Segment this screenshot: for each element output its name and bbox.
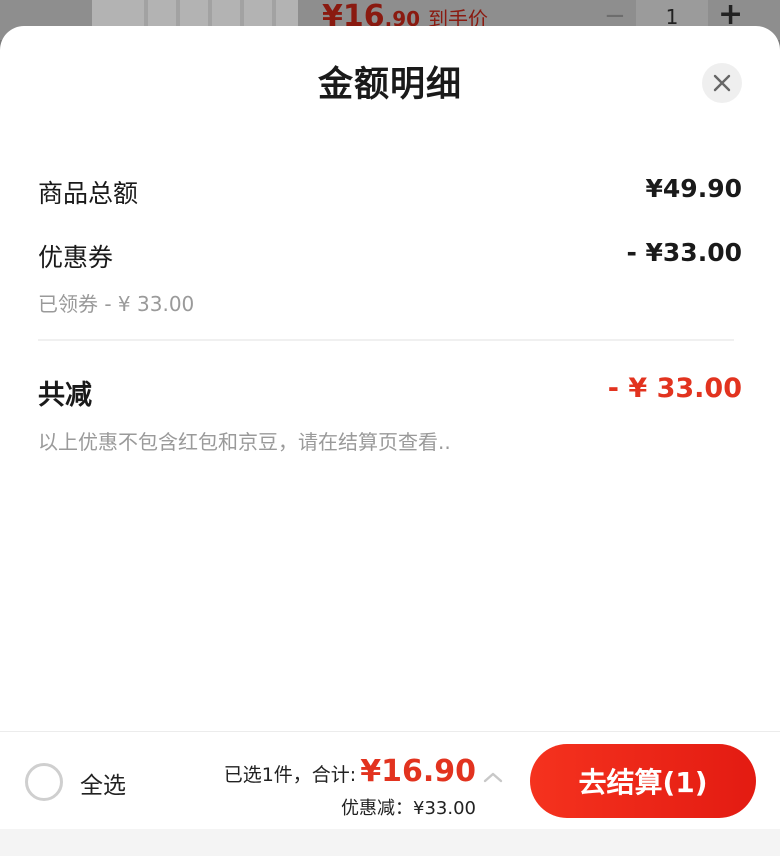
summary-price: ¥16.90 (360, 754, 476, 789)
total-discount-value: - ¥ 33.00 (607, 373, 742, 404)
chevron-up-icon[interactable] (482, 770, 504, 784)
discount-disclaimer: 以上优惠不包含红包和京豆，请在结算页查看.. (38, 430, 451, 454)
summary-line: 已选1件，合计: ¥16.90 (224, 754, 476, 789)
coupon-value: - ¥33.00 (626, 238, 742, 267)
total-discount-label: 共减 (38, 380, 92, 411)
bottom-spacer (0, 829, 780, 856)
goods-total-label: 商品总额 (38, 179, 139, 208)
quantity-minus-button[interactable]: − (604, 3, 626, 29)
select-all-checkbox[interactable] (25, 763, 63, 801)
coupon-note: 已领券 - ¥ 33.00 (38, 292, 195, 316)
summary-prefix: 已选1件，合计: (223, 764, 357, 786)
amount-detail-sheet: 金额明细 商品总额 ¥49.90 优惠券 - ¥33.00 已领券 - ¥ 33… (0, 26, 780, 731)
close-button[interactable] (702, 63, 742, 103)
goods-total-value: ¥49.90 (645, 174, 742, 203)
checkout-button[interactable]: 去结算(1) (530, 744, 756, 818)
divider (38, 339, 734, 341)
discount-summary[interactable]: 优惠减：¥33.00 (341, 794, 476, 820)
sheet-title: 金额明细 (317, 65, 462, 105)
coupon-label: 优惠券 (38, 243, 114, 272)
select-all-label[interactable]: 全选 (80, 766, 126, 800)
checkout-bar: 全选 已选1件，合计: ¥16.90 优惠减：¥33.00 去结算(1) (0, 731, 780, 829)
close-icon (713, 74, 731, 92)
